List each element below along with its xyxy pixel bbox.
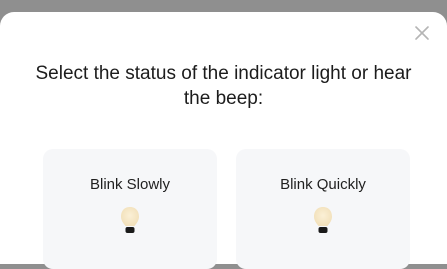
blink-quickly-option[interactable]: Blink Quickly [236, 149, 410, 269]
option-label: Blink Slowly [89, 176, 171, 193]
option-label: Blink Quickly [280, 176, 366, 193]
close-button[interactable] [411, 22, 433, 44]
close-icon [415, 26, 429, 40]
dialog-title: Select the status of the indicator light… [35, 63, 412, 109]
light-bulb-icon [311, 205, 335, 241]
indicator-status-dialog: Select the status of the indicator light… [0, 12, 447, 269]
blink-slowly-option[interactable]: Blink Slowly [43, 149, 217, 269]
light-bulb-icon [118, 205, 142, 241]
